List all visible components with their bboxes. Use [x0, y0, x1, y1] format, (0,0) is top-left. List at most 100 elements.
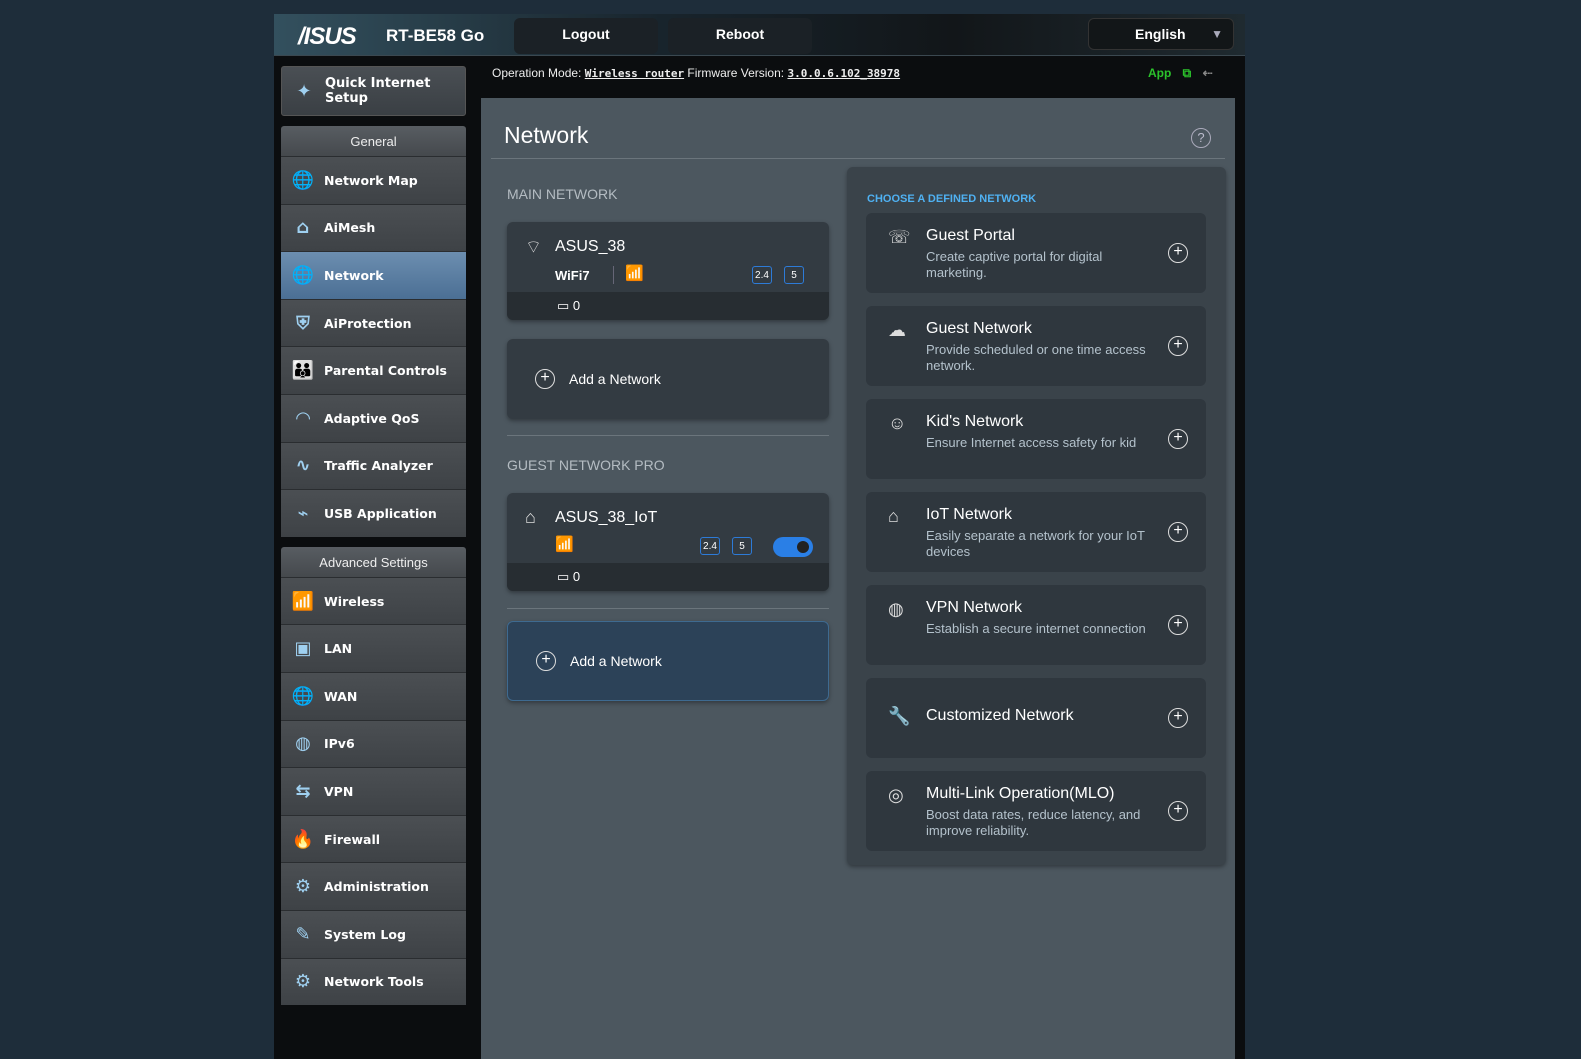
sidebar-item-firewall[interactable]: 🔥 Firewall: [281, 814, 466, 863]
portal-icon: ☏: [888, 227, 911, 247]
sidebar-item-wan[interactable]: 🌐 WAN: [281, 671, 466, 720]
plus-icon[interactable]: +: [1168, 336, 1188, 356]
item-label: Parental Controls: [324, 363, 447, 379]
kids-network-card[interactable]: ☺ Kid's Network Ensure Internet access saf…: [866, 399, 1206, 479]
mlo-icon: ◎: [888, 785, 904, 805]
sidebar-item-administration[interactable]: ⚙ Administration: [281, 862, 466, 910]
card-desc: Ensure Internet access safety for kid: [926, 435, 1137, 450]
card-desc: Easily separate a network for your IoT d…: [926, 528, 1145, 559]
wifi7-badge: WiFi7: [555, 268, 590, 283]
client-count-value: 0: [572, 298, 581, 313]
fw-label: Firmware Version:: [687, 66, 785, 80]
item-label: IPv6: [324, 736, 355, 752]
wifi-icon: 📶: [555, 536, 574, 553]
sidebar-item-aiprotection[interactable]: ⛨ AiProtection: [281, 298, 466, 347]
card-title: Customized Network: [926, 707, 1074, 724]
item-label: VPN: [324, 783, 354, 799]
advanced-header: Advanced Settings: [281, 546, 466, 577]
sidebar-item-vpn[interactable]: ⇆ VPN: [281, 767, 466, 815]
ssid: ASUS_38: [555, 238, 626, 255]
language-select[interactable]: English ▼: [1088, 18, 1234, 50]
app-link[interactable]: App: [1148, 66, 1171, 80]
sidebar-item-traffic-analyzer[interactable]: ∿ Traffic Analyzer: [281, 441, 466, 490]
mlo-network-card[interactable]: ◎ Multi-Link Operation(MLO) Boost data rat…: [866, 771, 1206, 851]
content-panel: Network ? MAIN NETWORK ⌔ ASUS_38 WiFi7 📶…: [481, 98, 1235, 1059]
item-label: WAN: [324, 688, 358, 704]
sidebar-item-aimesh[interactable]: ⌂ AiMesh: [281, 203, 466, 252]
lan-icon: ▣: [294, 638, 312, 660]
iot-home-icon: ⌂: [525, 507, 536, 527]
usb-icon[interactable]: ⇠: [1203, 66, 1213, 80]
guest-network-card[interactable]: ⌂ ASUS_38_IoT 📶 2.4 5 ▭ 0: [507, 493, 829, 591]
item-label: Network Tools: [324, 974, 424, 990]
sidebar-item-system-log[interactable]: ✎ System Log: [281, 909, 466, 958]
quick-internet-setup[interactable]: ✦ Quick Internet Setup: [281, 66, 466, 116]
item-label: Wireless: [324, 593, 385, 609]
card-desc: Establish a secure internet connection: [926, 621, 1146, 636]
card-title: IoT Network: [926, 506, 1012, 523]
iot-network-card[interactable]: ⌂ IoT Network Easily separate a network fo…: [866, 492, 1206, 572]
model-name: RT-BE58 Go: [386, 26, 485, 45]
top-bar: /ISUS RT-BE58 Go Logout Reboot English ▼: [274, 14, 1245, 56]
sidebar-item-network-map[interactable]: 🌐 Network Map: [281, 156, 466, 204]
qis-label: Quick Internet Setup: [325, 76, 431, 106]
plus-icon[interactable]: +: [1168, 801, 1188, 821]
item-label: Firewall: [324, 831, 381, 847]
sidebar-item-adaptive-qos[interactable]: ◠ Adaptive QoS: [281, 393, 466, 442]
home-icon: ⌂: [888, 506, 899, 526]
plus-icon[interactable]: +: [1168, 522, 1188, 542]
logout-button[interactable]: Logout: [514, 18, 658, 54]
plus-icon[interactable]: +: [1168, 615, 1188, 635]
ssid: ASUS_38_IoT: [555, 509, 658, 526]
guest-network-card[interactable]: ☁ Guest Network Provide scheduled or one t…: [866, 306, 1206, 386]
wireless-icon: 📶: [291, 590, 315, 612]
sidebar-item-ipv6[interactable]: ◍ IPv6: [281, 719, 466, 768]
plus-icon[interactable]: +: [1168, 243, 1188, 263]
add-label: Add a Network: [569, 371, 661, 387]
asus-logo: /ISUS: [298, 23, 357, 50]
log-icon: ✎: [295, 923, 311, 945]
wifi-icon: 📶: [625, 265, 644, 282]
item-label: AiMesh: [324, 220, 376, 236]
choose-network-label: CHOOSE A DEFINED NETWORK: [867, 193, 1037, 205]
main-network-card[interactable]: ⌔ ASUS_38 WiFi7 📶 2.4 5 ▭ 0: [507, 222, 829, 320]
item-label: USB Application: [324, 505, 437, 521]
sidebar-item-lan[interactable]: ▣ LAN: [281, 624, 466, 672]
band-2-4-icon: 2.4: [752, 266, 772, 284]
op-mode-link[interactable]: Wireless router: [585, 67, 684, 80]
globe-icon: 🌐: [291, 264, 315, 286]
network-status-icon[interactable]: ⧉: [1183, 66, 1192, 80]
sidebar-item-network[interactable]: 🌐 Network: [281, 251, 466, 299]
card-desc: Boost data rates, reduce latency, and im…: [926, 807, 1141, 838]
separator: [613, 266, 614, 284]
fw-link[interactable]: 3.0.0.6.102_38978: [787, 67, 900, 80]
card-title: VPN Network: [926, 599, 1023, 616]
help-icon[interactable]: ?: [1191, 128, 1211, 148]
client-count-value: 0: [572, 569, 581, 584]
add-network-button[interactable]: + Add a Network: [507, 339, 829, 419]
card-desc: Create captive portal for digital market…: [926, 249, 1103, 280]
plus-icon[interactable]: +: [1168, 708, 1188, 728]
divider: [507, 435, 829, 436]
globe-icon: 🌐: [291, 169, 315, 191]
plus-icon[interactable]: +: [1168, 429, 1188, 449]
reboot-button[interactable]: Reboot: [668, 18, 812, 54]
advanced-menu: 📶 Wireless ▣ LAN 🌐 WAN ◍ IPv6 ⇆ VPN 🔥 Firewall…: [281, 576, 466, 1006]
sidebar-item-wireless[interactable]: 📶 Wireless: [281, 576, 466, 625]
network-enable-toggle[interactable]: [773, 537, 813, 557]
card-title: Guest Network: [926, 320, 1032, 337]
sidebar-item-parental-controls[interactable]: 👪 Parental Controls: [281, 346, 466, 394]
plus-icon: +: [536, 651, 556, 671]
shield-icon: ⛨: [296, 312, 310, 334]
gauge-icon: ◠: [296, 407, 310, 429]
add-guest-network-button[interactable]: + Add a Network: [507, 621, 829, 701]
router-frame: /ISUS RT-BE58 Go Logout Reboot English ▼ …: [274, 14, 1245, 1059]
vpn-network-card[interactable]: ◍ VPN Network Establish a secure internet …: [866, 585, 1206, 665]
general-header: General: [281, 126, 466, 156]
wrench-icon: 🔧: [888, 706, 911, 726]
customized-network-card[interactable]: 🔧 Customized Network +: [866, 678, 1206, 758]
guest-portal-card[interactable]: ☏ Guest Portal Create captive portal for d…: [866, 213, 1206, 293]
gear-icon: ⚙: [294, 876, 312, 898]
sidebar-item-network-tools[interactable]: ⚙ Network Tools: [281, 957, 466, 1006]
sidebar-item-usb-application[interactable]: ⌁ USB Application: [281, 489, 466, 537]
